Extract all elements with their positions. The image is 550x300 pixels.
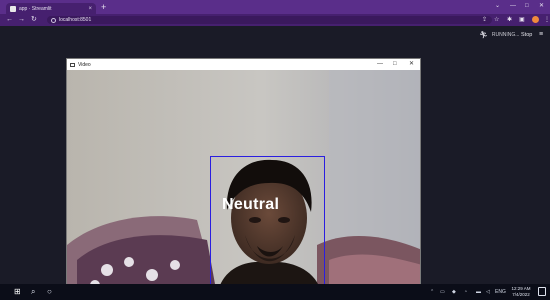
browser-tabstrip: app · Streamlit × + ⌄ — □ ✕ xyxy=(0,0,550,14)
tray-app-icon[interactable]: ▭ xyxy=(440,288,445,296)
video-minimize-button[interactable]: — xyxy=(377,60,383,69)
browser-toolbar: ← → ↻ localhost:8501 ⇪ ☆ ✱ ▣ ⋮ xyxy=(0,14,550,26)
window-maximize-button[interactable]: □ xyxy=(525,2,529,10)
tray-language[interactable]: ENG xyxy=(495,288,506,296)
profile-avatar[interactable] xyxy=(532,16,539,23)
address-bar[interactable]: localhost:8501 xyxy=(47,16,492,24)
sidebar-icon[interactable]: ▣ xyxy=(519,15,525,25)
running-status: 🏃︎ RUNNING... xyxy=(479,31,519,39)
window-close-button[interactable]: ✕ xyxy=(539,2,544,10)
tab-search-chevron-icon[interactable]: ⌄ xyxy=(495,2,500,10)
video-window: Video — □ ✕ Neutral xyxy=(66,58,421,294)
webcam-feed: Neutral xyxy=(67,70,420,293)
hamburger-menu-icon[interactable]: ≡ xyxy=(539,31,543,39)
windows-taskbar: ⊞ ⌕ ○ ⌃ ▭ ◆ ◔ ▬ ◁ ENG 12:29 AM 7/4/2022 xyxy=(0,284,550,300)
new-tab-button[interactable]: + xyxy=(101,2,106,12)
browser-tab[interactable]: app · Streamlit × xyxy=(6,3,96,14)
star-icon[interactable]: ☆ xyxy=(494,15,499,25)
video-window-titlebar[interactable]: Video — □ ✕ xyxy=(67,59,420,70)
video-close-button[interactable]: ✕ xyxy=(409,60,414,69)
notification-center-icon[interactable] xyxy=(538,287,546,296)
extensions-icon[interactable]: ✱ xyxy=(507,15,512,25)
tab-title: app · Streamlit xyxy=(19,5,52,12)
site-info-icon[interactable] xyxy=(51,17,56,23)
reload-button[interactable]: ↻ xyxy=(31,15,37,25)
running-man-icon: 🏃︎ xyxy=(479,32,488,39)
tray-battery-icon[interactable]: ▬ xyxy=(476,288,481,296)
windows-start-icon[interactable]: ⊞ xyxy=(14,287,21,297)
running-status-text: RUNNING... xyxy=(491,32,520,38)
tray-chevron-icon[interactable]: ⌃ xyxy=(430,288,434,296)
face-bounding-box xyxy=(210,156,325,293)
window-app-icon xyxy=(70,62,75,67)
url-text: localhost:8501 xyxy=(59,17,92,23)
taskbar-clock[interactable]: 12:29 AM 7/4/2022 xyxy=(508,286,534,298)
screen: app · Streamlit × + ⌄ — □ ✕ ← → ↻ localh… xyxy=(0,0,550,300)
forward-button[interactable]: → xyxy=(18,15,25,25)
back-button[interactable]: ← xyxy=(6,15,13,25)
share-icon[interactable]: ⇪ xyxy=(482,15,487,25)
stop-button[interactable]: Stop xyxy=(521,32,532,38)
kebab-menu-icon[interactable]: ⋮ xyxy=(544,15,550,25)
tab-close-icon[interactable]: × xyxy=(88,6,92,12)
video-window-title: Video xyxy=(78,61,91,68)
tray-volume-icon[interactable]: ◁ xyxy=(486,288,490,296)
video-maximize-button[interactable]: □ xyxy=(393,60,397,69)
search-icon[interactable]: ⌕ xyxy=(31,287,35,297)
streamlit-favicon-icon xyxy=(10,5,16,12)
tray-bluetooth-icon[interactable]: ◆ xyxy=(452,288,456,296)
cortana-icon[interactable]: ○ xyxy=(47,287,52,297)
clock-date: 7/4/2022 xyxy=(512,292,530,297)
window-minimize-button[interactable]: — xyxy=(510,2,516,10)
tray-network-icon[interactable]: ◔ xyxy=(464,288,467,296)
